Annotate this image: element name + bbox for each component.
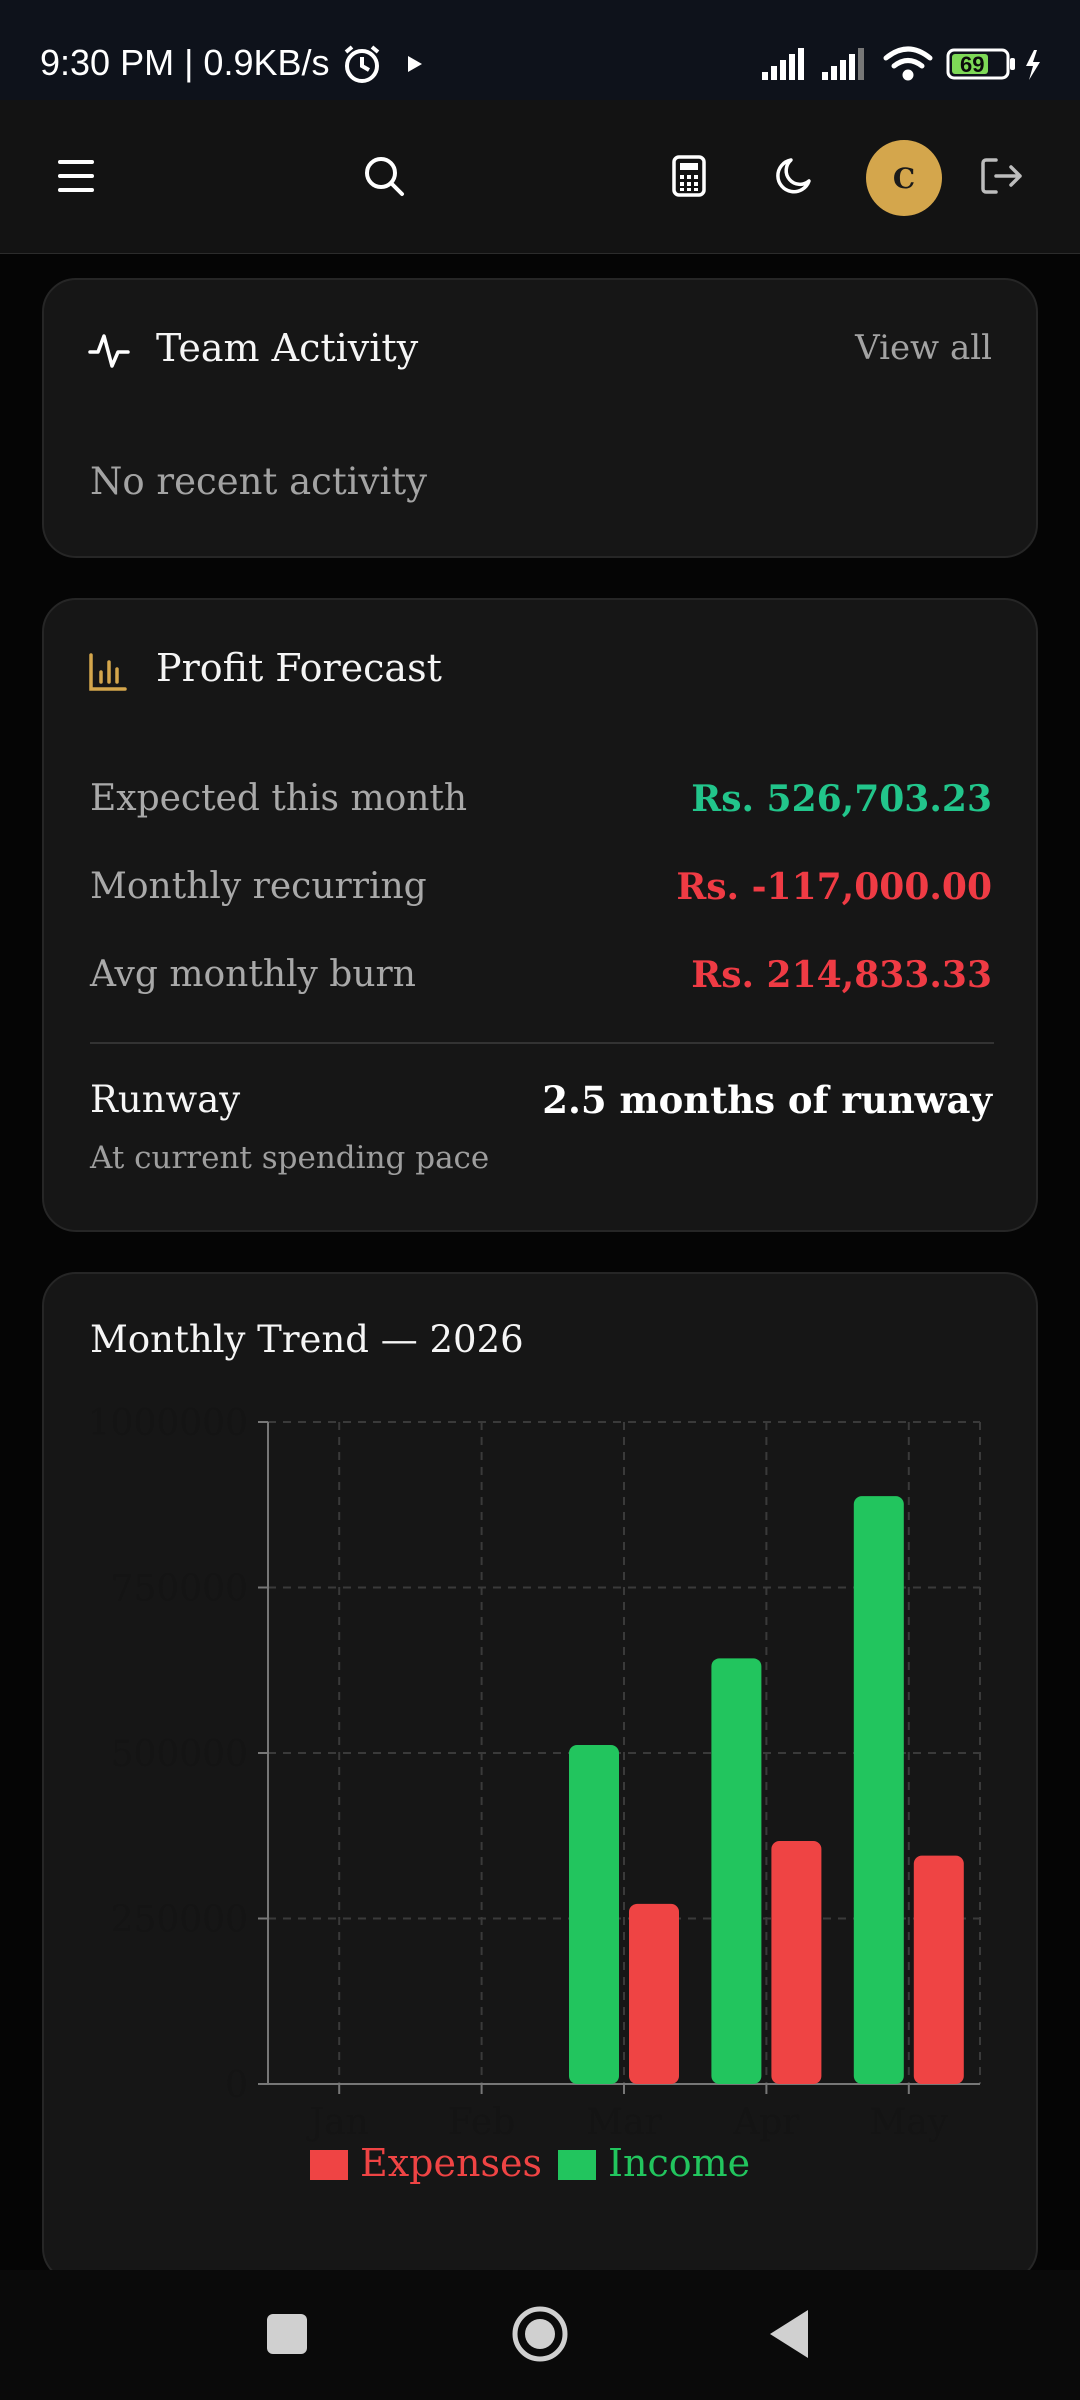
team-activity-card: Team Activity View all No recent activit…: [42, 278, 1038, 558]
activity-pulse-icon: [88, 334, 130, 368]
x-tick-label: Jan: [306, 2102, 369, 2143]
y-tick-label: 500000: [111, 1734, 248, 1775]
x-tick-label: Mar: [586, 2102, 662, 2143]
status-bar: 9:30 PM | 0.9KB/s 69: [0, 0, 1080, 100]
bar-income-may: [853, 1496, 904, 2084]
bar-income-mar: [569, 1745, 619, 2084]
wifi-icon: [883, 46, 933, 81]
recents-button: [267, 2314, 307, 2354]
moon-icon: [776, 158, 811, 194]
monthly-trend-title: Monthly Trend — 2026: [90, 1318, 524, 1361]
legend-label-income: Income: [608, 2141, 750, 2185]
legend-swatch-income: [558, 2150, 596, 2180]
status-icons: [344, 45, 1040, 83]
battery-level: 69: [960, 52, 985, 77]
logout-icon: [981, 158, 1022, 194]
expected-month-value: Rs. 526,703.23: [691, 778, 992, 820]
menu-button[interactable]: [38, 138, 114, 214]
home-button: [512, 2306, 568, 2362]
logout-button[interactable]: [964, 138, 1040, 214]
profit-forecast-card: Profit Forecast Expected this month Rs. …: [42, 598, 1038, 1232]
system-nav-bar: [0, 2270, 1080, 2400]
monthly-recurring-value: Rs. -117,000.00: [676, 866, 992, 908]
view-all-link[interactable]: View all: [855, 328, 992, 368]
divider: [90, 1042, 994, 1044]
x-tick-label: Feb: [448, 2102, 515, 2143]
legend-label-expenses: Expenses: [360, 2141, 542, 2185]
avg-burn-value: Rs. 214,833.33: [691, 954, 992, 996]
search-icon: [365, 157, 404, 196]
calculator-icon: [672, 155, 706, 197]
alarm-icon: [344, 45, 380, 83]
expected-month-label: Expected this month: [90, 778, 468, 819]
x-tick-label: Apr: [732, 2102, 800, 2143]
runway-label: Runway: [90, 1078, 241, 1121]
y-tick-label: 1000000: [88, 1403, 248, 1444]
monthly-trend-chart: 0 250000 500000 750000 1000000 Jan Feb Mar Apr Ma…: [88, 1403, 981, 2185]
no-activity-text: No recent activity: [90, 460, 428, 503]
monthly-trend-card: Monthly Trend — 2026 0 250000 500000 750000…: [42, 1272, 1038, 2282]
y-tick-label: 750000: [111, 1569, 248, 1610]
theme-toggle-button[interactable]: [756, 138, 832, 214]
avg-burn-label: Avg monthly burn: [90, 954, 416, 995]
search-button[interactable]: [346, 138, 422, 214]
signal-icon-1: [762, 48, 804, 80]
play-store-icon: [408, 56, 422, 72]
bar-chart-icon: [89, 653, 127, 691]
back-button: [770, 2310, 808, 2358]
y-tick-label: 250000: [111, 1900, 248, 1941]
runway-subtext: At current spending pace: [90, 1140, 490, 1176]
profit-forecast-title: Profit Forecast: [156, 646, 442, 690]
bar-expenses-mar: [629, 1903, 679, 2084]
signal-icon-2: [822, 48, 864, 80]
x-tick-label: May: [869, 2102, 948, 2143]
hamburger-icon: [58, 160, 94, 192]
bar-income-apr: [711, 1658, 762, 2084]
bar-expenses-apr: [771, 1841, 822, 2084]
team-activity-title: Team Activity: [156, 326, 419, 370]
calculator-button[interactable]: [651, 138, 727, 214]
y-tick-label: 0: [225, 2065, 248, 2106]
legend-swatch-expenses: [310, 2150, 348, 2180]
monthly-recurring-label: Monthly recurring: [90, 866, 427, 907]
runway-value: 2.5 months of runway: [542, 1078, 992, 1122]
user-avatar[interactable]: C: [866, 140, 942, 216]
bar-expenses-may: [913, 1855, 964, 2084]
